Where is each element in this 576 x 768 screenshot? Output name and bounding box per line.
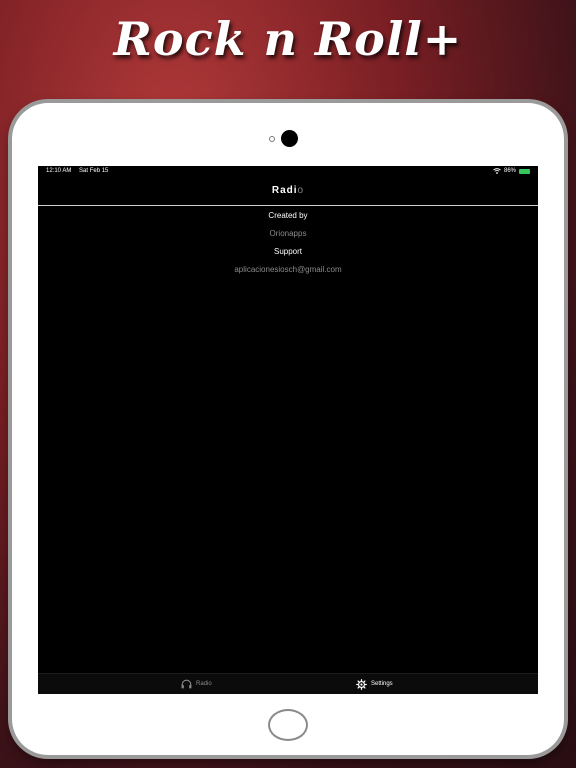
nav-title-tail: o <box>297 185 305 196</box>
nav-bar: Radio <box>38 176 538 206</box>
status-time: 12:10 AM <box>46 168 72 174</box>
tab-radio[interactable]: Radio <box>181 674 212 694</box>
tab-radio-label: Radio <box>196 681 212 687</box>
status-bar: 12:10 AM Sat Feb 15 86% <box>38 166 538 176</box>
promo-title: Rock n Roll+ <box>113 12 463 66</box>
battery-percent: 86% <box>503 168 516 174</box>
tab-settings[interactable]: Settings <box>356 674 393 694</box>
camera-lens <box>281 130 298 147</box>
nav-title-main: Radi <box>271 185 298 196</box>
created-by-label: Created by <box>268 211 308 220</box>
status-date: Sat Feb 15 <box>79 168 109 174</box>
support-email[interactable]: aplicacionesiosch@gmail.com <box>38 265 538 283</box>
camera-sensor <box>269 136 275 142</box>
tab-bar: Radio Settings <box>38 673 538 694</box>
home-button[interactable] <box>268 709 308 741</box>
gear-icon <box>356 678 367 690</box>
info-list: Created by Orionapps Support aplicacione… <box>38 211 538 283</box>
tab-settings-label: Settings <box>371 681 393 687</box>
wifi-icon <box>493 168 501 174</box>
support-label: Support <box>273 247 303 256</box>
battery-icon <box>519 168 530 174</box>
tablet-frame: 12:10 AM Sat Feb 15 86% Radio Created by… <box>12 103 564 755</box>
created-by-value[interactable]: Orionapps <box>38 229 538 247</box>
app-screen: 12:10 AM Sat Feb 15 86% Radio Created by… <box>38 166 538 694</box>
nav-title: Radio <box>38 185 538 196</box>
headphones-icon <box>181 679 192 689</box>
